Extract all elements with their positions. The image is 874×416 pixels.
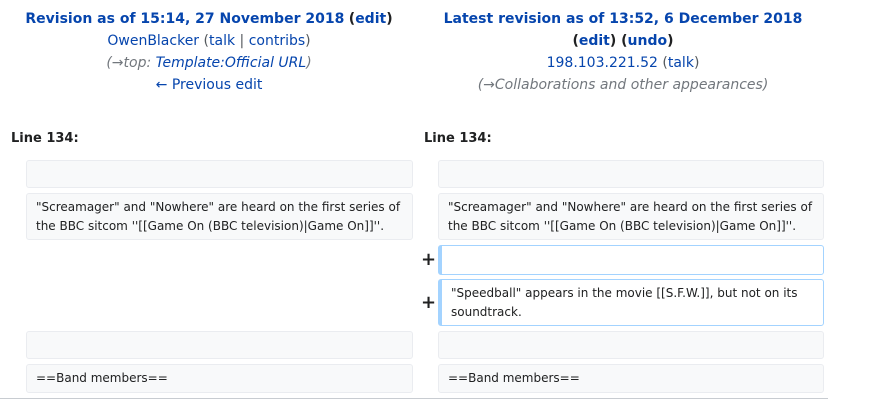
right-edit-link[interactable]: edit xyxy=(579,33,610,49)
undo-link[interactable]: undo xyxy=(628,33,668,49)
left-band-members-line: ==Band members== xyxy=(26,364,413,393)
right-edit-summary: (→Collaborations and other appearances) xyxy=(477,77,769,93)
left-summary-link[interactable]: Template:Official URL xyxy=(156,55,307,71)
left-context-empty xyxy=(26,160,413,188)
left-contribs-link[interactable]: contribs xyxy=(249,33,305,49)
added-empty-line xyxy=(438,245,824,275)
left-context-line: "Screamager" and "Nowhere" are heard on … xyxy=(26,193,413,240)
right-revision-title[interactable]: Latest revision as of 13:52, 6 December … xyxy=(444,11,803,27)
left-user-link[interactable]: OwenBlacker xyxy=(107,33,199,49)
left-revision-header: Revision as of 15:14, 27 November 2018 (… xyxy=(0,8,418,96)
previous-edit-link[interactable]: ← Previous edit xyxy=(156,77,263,93)
left-edit-summary: (→top: Template:Official URL) xyxy=(106,55,312,71)
right-context-line: "Screamager" and "Nowhere" are heard on … xyxy=(438,193,824,240)
right-context-empty xyxy=(438,160,824,188)
bottom-divider xyxy=(0,398,828,399)
right-context-empty-2 xyxy=(438,331,824,359)
right-revision-header: Latest revision as of 13:52, 6 December … xyxy=(414,8,832,96)
line-number-left: Line 134: xyxy=(11,131,79,146)
left-context-empty-2 xyxy=(26,331,413,359)
left-talk-link[interactable]: talk xyxy=(209,33,235,49)
line-number-right: Line 134: xyxy=(424,131,492,146)
added-marker-1: + xyxy=(421,249,437,270)
right-user-link[interactable]: 198.103.221.52 xyxy=(547,55,658,71)
right-band-members-line: ==Band members== xyxy=(438,364,824,393)
right-talk-link[interactable]: talk xyxy=(668,55,694,71)
added-marker-2: + xyxy=(421,292,437,313)
left-edit-link[interactable]: edit xyxy=(355,11,386,27)
left-revision-title[interactable]: Revision as of 15:14, 27 November 2018 xyxy=(25,11,344,27)
added-text-line: "Speedball" appears in the movie [[S.F.W… xyxy=(438,279,824,326)
